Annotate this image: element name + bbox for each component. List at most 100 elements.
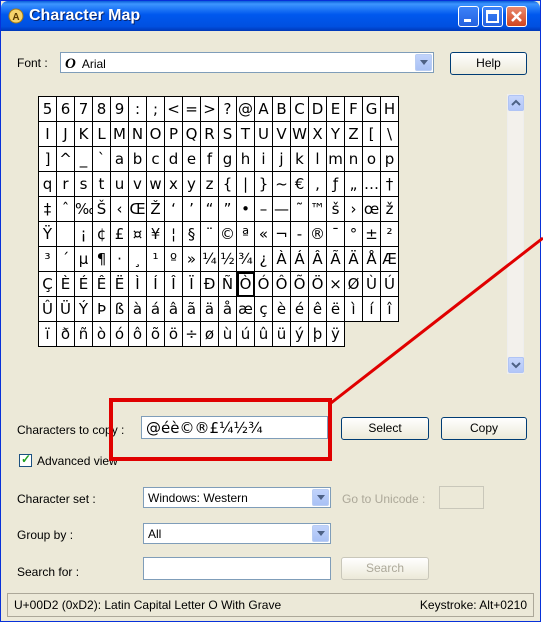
group-by-combobox[interactable]: All	[143, 523, 331, 544]
character-cell[interactable]: à	[129, 297, 147, 322]
advanced-view-checkbox[interactable]: ✓	[19, 452, 32, 467]
character-cell[interactable]: b	[129, 147, 147, 172]
character-cell[interactable]: µ	[75, 247, 93, 272]
character-cell[interactable]: >	[201, 97, 219, 122]
character-cell[interactable]: ×	[327, 272, 345, 297]
character-cell[interactable]: u	[111, 172, 129, 197]
character-cell[interactable]: ü	[273, 322, 291, 347]
character-cell[interactable]: º	[165, 247, 183, 272]
character-cell[interactable]: Y	[327, 122, 345, 147]
character-cell[interactable]: æ	[237, 297, 255, 322]
character-cell[interactable]: y	[183, 172, 201, 197]
character-cell[interactable]: Ÿ	[39, 222, 57, 247]
character-cell[interactable]: ö	[165, 322, 183, 347]
character-cell[interactable]: ‹	[111, 197, 129, 222]
character-cell[interactable]: Í	[147, 272, 165, 297]
character-cell[interactable]: ·	[111, 247, 129, 272]
character-cell[interactable]: Å	[363, 247, 381, 272]
close-button[interactable]	[506, 6, 527, 27]
character-cell[interactable]: [	[363, 122, 381, 147]
character-cell[interactable]: •	[237, 197, 255, 222]
character-cell[interactable]: ä	[201, 297, 219, 322]
character-cell[interactable]: z	[201, 172, 219, 197]
character-cell[interactable]: c	[147, 147, 165, 172]
character-cell[interactable]: S	[219, 122, 237, 147]
character-cell[interactable]: ¶	[93, 247, 111, 272]
character-cell[interactable]: Q	[183, 122, 201, 147]
character-cell[interactable]: P	[165, 122, 183, 147]
character-cell[interactable]: m	[327, 147, 345, 172]
character-set-combobox[interactable]: Windows: Western	[143, 487, 331, 508]
character-cell[interactable]: l	[309, 147, 327, 172]
character-cell[interactable]: â	[165, 297, 183, 322]
character-cell[interactable]: L	[93, 122, 111, 147]
title-bar[interactable]: A Character Map	[1, 1, 540, 31]
character-cell[interactable]: ”	[219, 197, 237, 222]
scroll-up-button[interactable]	[508, 95, 524, 111]
character-cell[interactable]: n	[345, 147, 363, 172]
character-cell[interactable]: j	[273, 147, 291, 172]
maximize-button[interactable]	[482, 6, 503, 27]
character-cell[interactable]: }	[255, 172, 273, 197]
character-cell[interactable]: J	[57, 122, 75, 147]
character-cell[interactable]: ì	[345, 297, 363, 322]
character-cell[interactable]: h	[237, 147, 255, 172]
character-cell[interactable]: U	[255, 122, 273, 147]
character-cell[interactable]: 8	[93, 97, 111, 122]
chevron-down-icon[interactable]	[312, 525, 329, 542]
character-cell[interactable]: W	[291, 122, 309, 147]
character-cell[interactable]: 9	[111, 97, 129, 122]
character-cell[interactable]: ‰	[75, 197, 93, 222]
character-cell[interactable]: \	[381, 122, 399, 147]
character-cell[interactable]: ¬	[273, 222, 291, 247]
character-cell[interactable]: È	[57, 272, 75, 297]
character-cell[interactable]: Á	[291, 247, 309, 272]
character-cell[interactable]: ò	[93, 322, 111, 347]
character-cell[interactable]: ù	[219, 322, 237, 347]
character-cell[interactable]: ©	[219, 222, 237, 247]
character-cell[interactable]: É	[75, 272, 93, 297]
character-cell[interactable]: R	[201, 122, 219, 147]
character-cell[interactable]: ;	[147, 97, 165, 122]
character-cell[interactable]: A	[255, 97, 273, 122]
character-cell[interactable]: Þ	[93, 297, 111, 322]
character-cell[interactable]: f	[201, 147, 219, 172]
character-cell[interactable]: Ó	[255, 272, 273, 297]
character-cell[interactable]: ´	[57, 247, 75, 272]
character-cell[interactable]: é	[291, 297, 309, 322]
character-cell[interactable]: N	[129, 122, 147, 147]
character-cell[interactable]: í	[363, 297, 381, 322]
character-cell[interactable]: ê	[309, 297, 327, 322]
character-cell[interactable]: ª	[237, 222, 255, 247]
character-cell[interactable]: {	[219, 172, 237, 197]
character-cell[interactable]: ô	[129, 322, 147, 347]
character-cell[interactable]: Ô	[273, 272, 291, 297]
character-cell[interactable]: °	[345, 222, 363, 247]
character-cell[interactable]: -	[291, 222, 309, 247]
character-cell[interactable]: ¡	[75, 222, 93, 247]
character-cell[interactable]: <	[165, 97, 183, 122]
chevron-down-icon[interactable]	[415, 54, 432, 71]
character-cell[interactable]: ™	[309, 197, 327, 222]
character-cell[interactable]: ³	[39, 247, 57, 272]
character-cell[interactable]: ¤	[129, 222, 147, 247]
character-cell[interactable]: C	[291, 97, 309, 122]
character-cell[interactable]: è	[273, 297, 291, 322]
character-cell[interactable]: Ä	[345, 247, 363, 272]
character-cell[interactable]: t	[93, 172, 111, 197]
character-cell[interactable]: “	[201, 197, 219, 222]
character-cell[interactable]: €	[291, 172, 309, 197]
character-cell[interactable]: Ì	[129, 272, 147, 297]
character-cell[interactable]: 6	[57, 97, 75, 122]
character-cell[interactable]: Ú	[381, 272, 399, 297]
character-cell[interactable]: B	[273, 97, 291, 122]
character-cell[interactable]: ]	[39, 147, 57, 172]
character-cell[interactable]: õ	[147, 322, 165, 347]
character-cell[interactable]: ˜	[291, 197, 309, 222]
character-cell[interactable]: ½	[219, 247, 237, 272]
character-cell[interactable]: w	[147, 172, 165, 197]
search-button[interactable]: Search	[341, 557, 429, 580]
character-cell[interactable]: †	[381, 172, 399, 197]
character-cell[interactable]: D	[309, 97, 327, 122]
character-cell[interactable]: Ï	[183, 272, 201, 297]
